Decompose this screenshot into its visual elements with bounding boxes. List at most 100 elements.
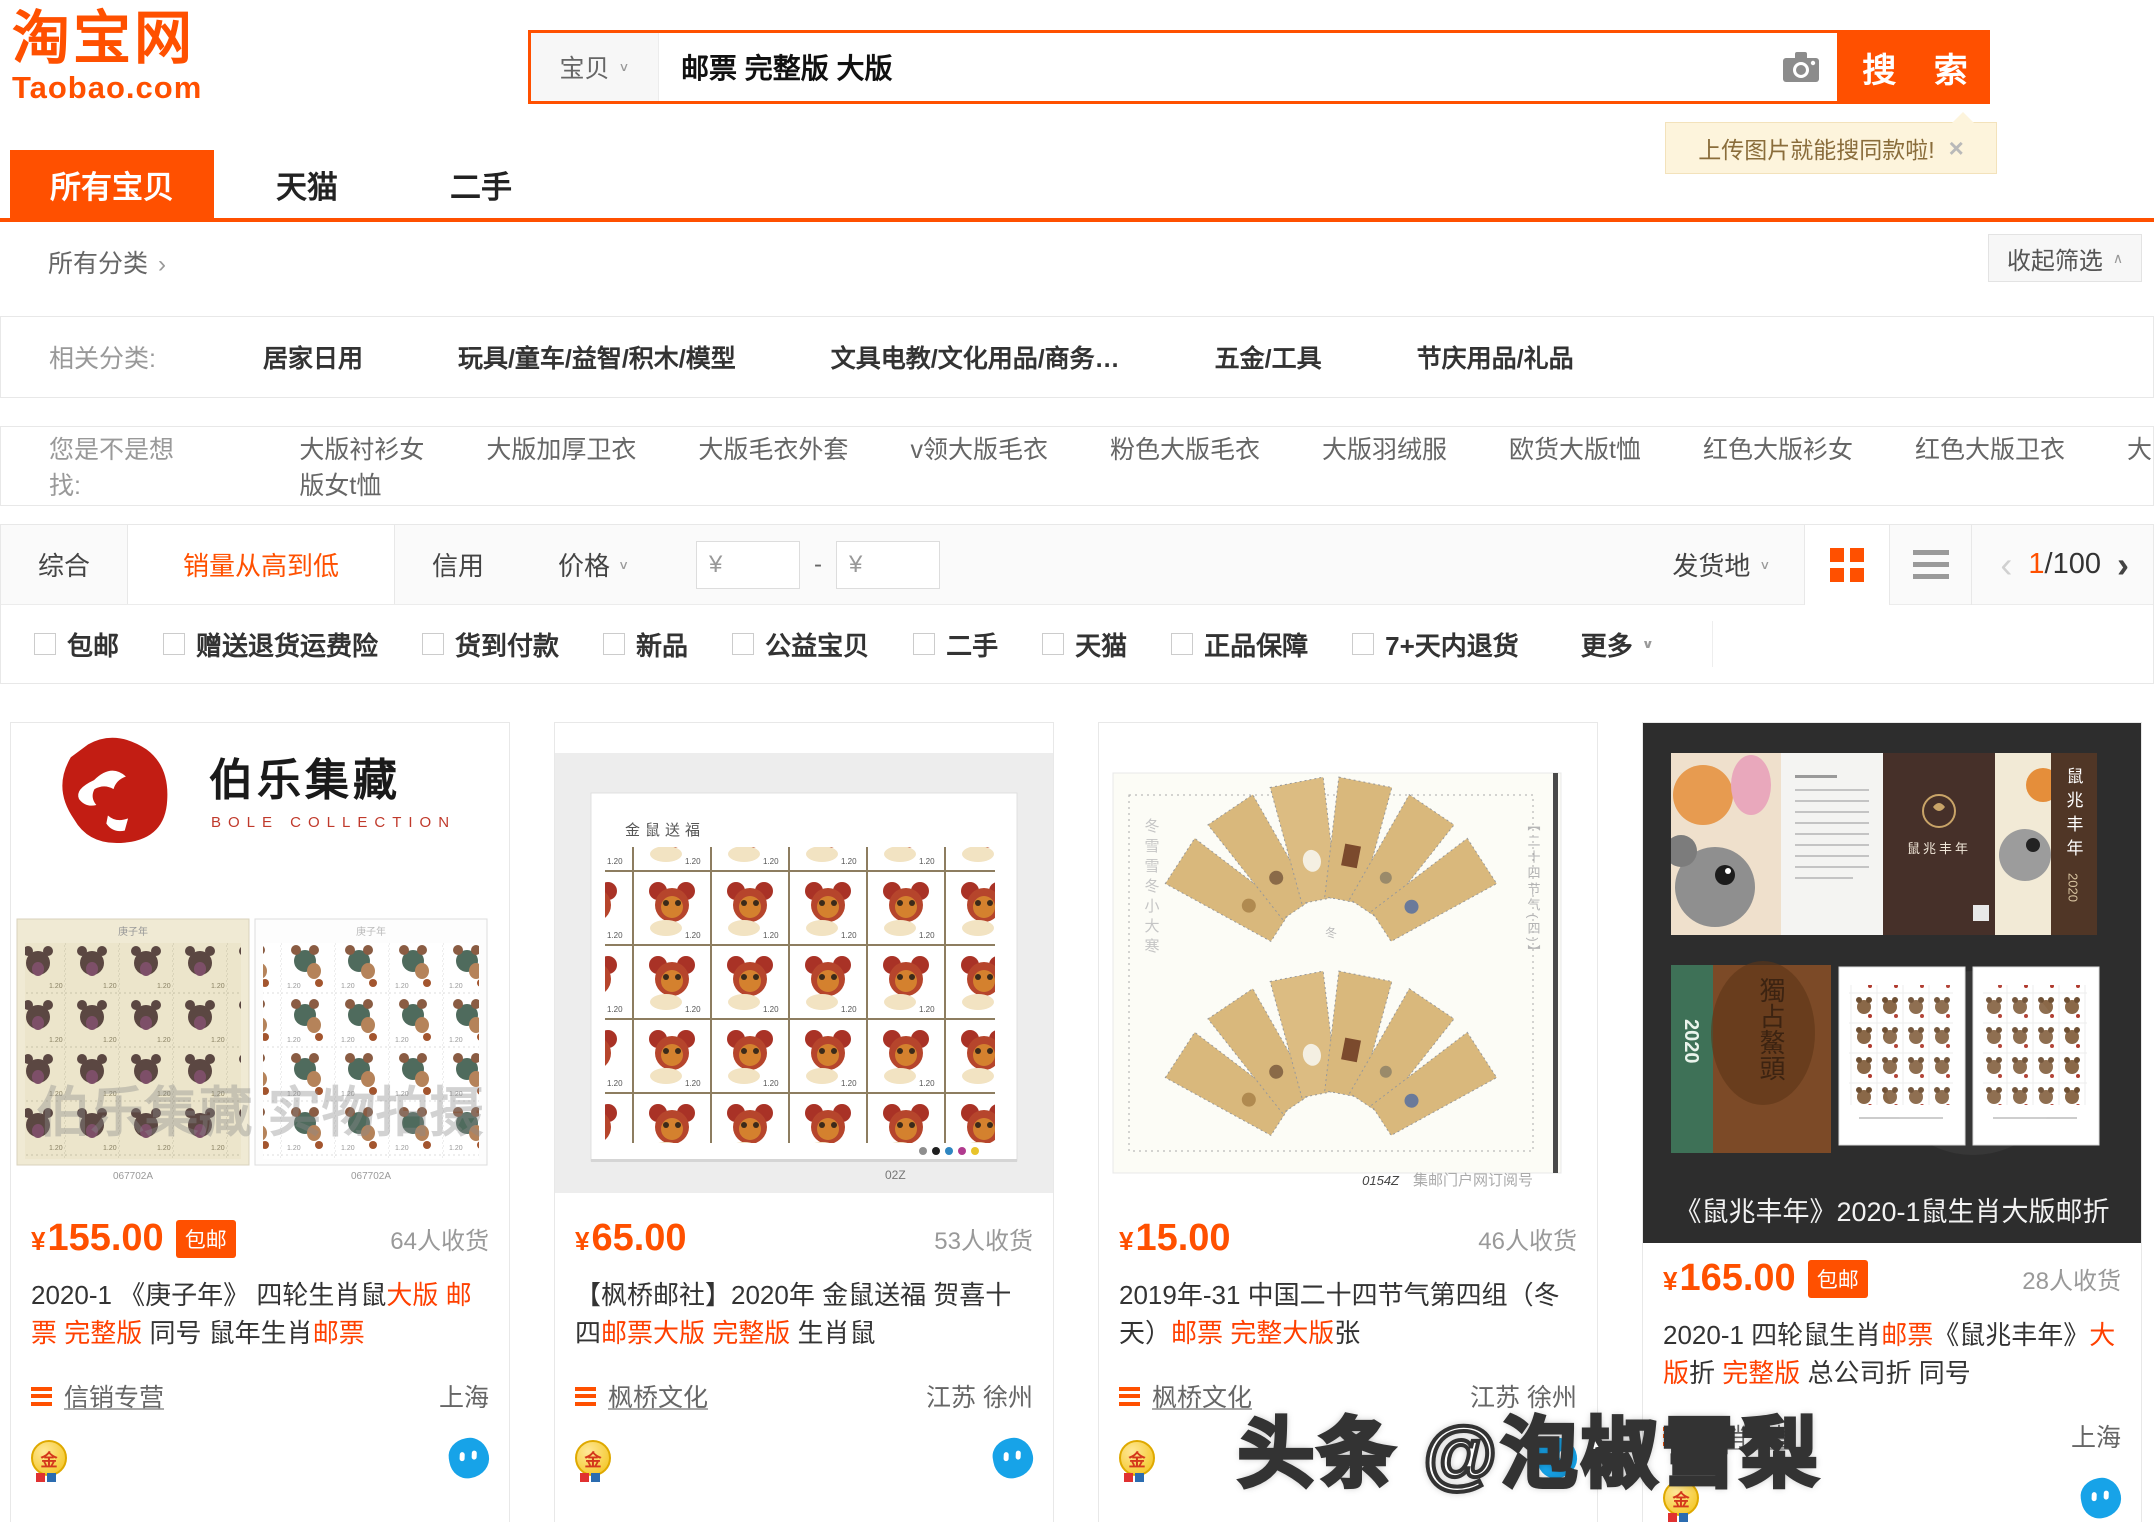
filter-checkbox-0[interactable]: 包邮 [34,626,119,663]
checkbox-box[interactable] [422,633,444,655]
tab-all-items[interactable]: 所有宝贝 [10,150,214,218]
wangwang-chat-icon[interactable] [1534,1435,1580,1481]
product-title[interactable]: 2019年-31 中国二十四节气第四组（冬天）邮票 完整大版张 [1119,1276,1577,1352]
wangwang-chat-icon[interactable] [446,1435,492,1481]
product-image-2[interactable]: 1.20 金鼠送福 02Z [555,723,1053,1193]
suggestion-link-3[interactable]: v领大版毛衣 [910,436,1048,464]
sort-option-2[interactable]: 信用 [395,525,521,604]
product-image-3[interactable]: 冬雪雪冬小大寒 【二十四节气(四)】 冬 [1099,723,1597,1193]
checkbox-box[interactable] [603,633,625,655]
filter-checkbox-8[interactable]: 7+天内退货 [1352,626,1519,663]
svg-text:庚子年: 庚子年 [118,925,148,938]
product-card-2: 1.20 金鼠送福 02Z ¥65.00 53人收货 [554,722,1054,1522]
checkbox-box[interactable] [1352,633,1374,655]
related-category-link-2[interactable]: 文具电教/文化用品/商务… [831,345,1120,373]
checkbox-box[interactable] [163,633,185,655]
checkbox-label: 货到付款 [455,626,559,663]
product-title[interactable]: 2020-1 《庚子年》 四轮生肖鼠大版 邮票 完整版 同号 鼠年生肖邮票 [31,1276,489,1352]
suggestion-link-0[interactable]: 大版衬衫女 [299,436,424,464]
suggestion-link-5[interactable]: 大版羽绒服 [1322,436,1447,464]
filter-checkbox-7[interactable]: 正品保障 [1171,626,1308,663]
breadcrumb[interactable]: 所有分类› [48,244,166,280]
chevron-down-icon: ∨ [1642,637,1654,651]
image-search-tooltip: 上传图片就能搜同款啦! × [1665,122,1997,174]
suggestion-link-6[interactable]: 欧货大版t恤 [1509,436,1641,464]
product-title[interactable]: 2020-1 四轮鼠生肖邮票《鼠兆丰年》大版折 完整版 总公司折 同号 [1663,1316,2121,1392]
sort-option-1[interactable]: 销量从高到低 [127,525,395,604]
checkbox-box[interactable] [1042,633,1064,655]
filter-row: 包邮 赠送退货运费险 货到付款 新品 公益宝贝 二手 天猫 正品保障 7+天内退货 更多 ∨ [1,605,2153,683]
pagination: ‹ 1/100 › [1972,544,2153,586]
image-caption: 《鼠兆丰年》2020-1鼠生肖大版邮折 [1674,1197,2109,1227]
grid-view-icon [1830,548,1864,582]
suggestion-link-1[interactable]: 大版加厚卫衣 [486,436,636,464]
product-image-4[interactable]: 鼠兆丰年 鼠兆丰年 2020 2020 獨占鰲頭 [1643,723,2141,1243]
search-frame: 宝贝 ∨ 邮票 完整版 大版 [528,30,1840,104]
suggestion-link-7[interactable]: 红色大版衫女 [1703,436,1853,464]
next-page-button[interactable]: › [2117,544,2129,586]
seller-link[interactable]: 信销专营 [1696,1418,1796,1454]
prev-page-button[interactable]: ‹ [2000,544,2012,586]
close-icon[interactable]: × [1949,133,1964,164]
filter-checkbox-2[interactable]: 货到付款 [422,626,559,663]
product-title[interactable]: 【枫桥邮社】2020年 金鼠送福 贺喜十四邮票大版 完整版 生肖鼠 [575,1276,1033,1352]
svg-text:【二十四节气(四)】: 【二十四节气(四)】 [1526,818,1541,961]
filter-checkbox-4[interactable]: 公益宝贝 [732,626,869,663]
product-card-1: 1.20 1.20 [10,722,510,1522]
checkbox-box[interactable] [732,633,754,655]
price: ¥155.00 [31,1217,164,1260]
related-categories-links: 居家日用 玩具/童车/益智/积木/模型 文具电教/文化用品/商务… 五金/工具 节庆用品… [263,339,1574,375]
search-button[interactable]: 搜 索 [1840,30,1990,104]
checkbox-box[interactable] [913,633,935,655]
search-category-dropdown[interactable]: 宝贝 ∨ [531,33,659,101]
chevron-up-icon: ∧ [2113,250,2123,267]
suggestion-link-2[interactable]: 大版毛衣外套 [698,436,848,464]
list-view-button[interactable] [1890,525,1972,605]
price: ¥15.00 [1119,1217,1231,1260]
checkbox-box[interactable] [1171,633,1193,655]
filter-checkbox-3[interactable]: 新品 [603,626,688,663]
filter-checkbox-6[interactable]: 天猫 [1042,626,1127,663]
logo-chinese: 淘宝网 [12,10,202,68]
related-category-link-0[interactable]: 居家日用 [263,345,363,373]
sort-option-3[interactable]: 价格∨ [521,525,666,604]
svg-text:02Z: 02Z [885,1168,906,1182]
grid-view-button[interactable] [1804,525,1890,605]
seller-link[interactable]: 枫桥文化 [608,1378,708,1414]
filter-checkbox-1[interactable]: 赠送退货运费险 [163,626,378,663]
ship-from-label: 发货地 [1672,546,1750,583]
taobao-search-results-page: 淘宝网 Taobao.com 宝贝 ∨ 邮票 完整版 大版 [0,0,2154,1522]
sort-options: 综合销量从高到低信用价格∨ [1,525,666,604]
price-min-input[interactable]: ¥ [696,541,800,589]
total-pages: /100 [2045,548,2101,580]
more-filters-button[interactable]: 更多 ∨ [1581,626,1654,663]
collapse-filters-button[interactable]: 收起筛选 ∧ [1988,234,2142,282]
seller-link[interactable]: 枫桥文化 [1152,1378,1252,1414]
currency-symbol: ¥ [849,551,862,579]
image-search-camera-button[interactable] [1765,33,1837,101]
sort-option-0[interactable]: 综合 [1,525,127,604]
tab-secondhand[interactable]: 二手 [424,150,538,218]
price-max-input[interactable]: ¥ [836,541,940,589]
suggestion-link-8[interactable]: 红色大版卫衣 [1915,436,2065,464]
wangwang-chat-icon[interactable] [990,1435,1036,1481]
ship-from-dropdown[interactable]: 发货地 ∨ [1672,546,1770,583]
wangwang-chat-icon[interactable] [2078,1475,2124,1521]
search-input[interactable]: 邮票 完整版 大版 [659,33,1765,101]
filter-checkbox-5[interactable]: 二手 [913,626,998,663]
seller-location: 上海 [439,1378,489,1414]
seller-shop-icon [31,1383,52,1409]
taobao-logo[interactable]: 淘宝网 Taobao.com [12,10,202,103]
related-category-link-3[interactable]: 五金/工具 [1215,345,1322,373]
checkbox-box[interactable] [34,633,56,655]
product-image-1[interactable]: 1.20 1.20 [11,723,509,1193]
related-category-link-1[interactable]: 玩具/童车/益智/积木/模型 [458,345,736,373]
chevron-down-icon: ∨ [1759,557,1770,571]
seller-shop-icon [575,1383,596,1409]
related-category-link-4[interactable]: 节庆用品/礼品 [1417,345,1574,373]
product-card-3: 冬雪雪冬小大寒 【二十四节气(四)】 冬 [1098,722,1598,1522]
checkbox-label: 天猫 [1075,626,1127,663]
tab-tmall[interactable]: 天猫 [250,150,364,218]
suggestion-link-4[interactable]: 粉色大版毛衣 [1110,436,1260,464]
seller-link[interactable]: 信销专营 [64,1378,164,1414]
